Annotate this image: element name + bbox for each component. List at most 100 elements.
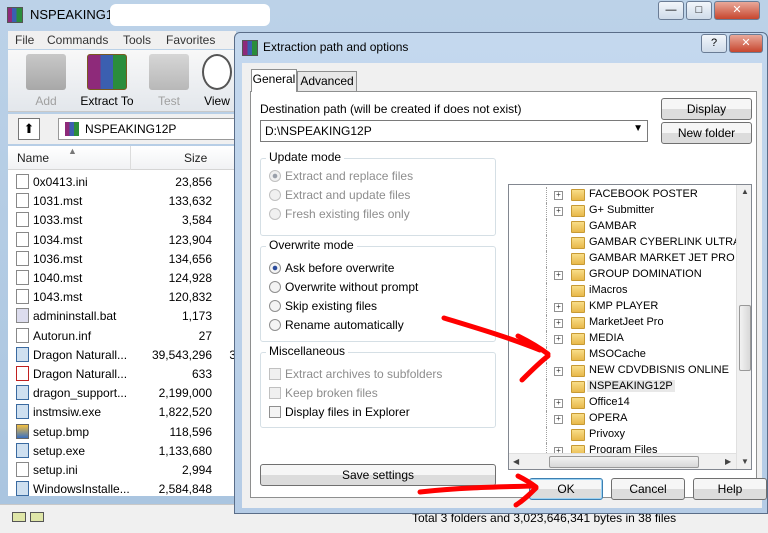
folder-tree[interactable]: + FACEBOOK POSTER + G+ Submitter GAMBAR GAMBA…	[508, 184, 752, 470]
folder-tree-item[interactable]: Privoxy	[509, 427, 737, 443]
expand-plus-icon[interactable]: +	[554, 207, 563, 216]
checkbox-keep-broken-files[interactable]: Keep broken files	[269, 386, 378, 400]
folder-tree-item[interactable]: + GROUP DOMINATION	[509, 267, 737, 283]
file-row[interactable]: 1031.mst 133,632	[8, 191, 236, 210]
expand-plus-icon[interactable]: +	[554, 335, 563, 344]
extract-to-button[interactable]: Extract To	[77, 54, 137, 110]
ok-button[interactable]: OK	[529, 478, 603, 500]
file-row[interactable]: admininstall.bat 1,173	[8, 306, 236, 325]
menu-favorites[interactable]: Favorites	[166, 33, 215, 47]
file-name: 0x0413.ini	[33, 175, 88, 189]
menu-tools[interactable]: Tools	[123, 33, 151, 47]
vertical-scroll-thumb[interactable]	[739, 305, 751, 371]
scroll-left-icon[interactable]: ◀	[513, 457, 519, 466]
dialog-close-button[interactable]: ✕	[729, 34, 763, 53]
folder-tree-item[interactable]: NSPEAKING12P	[509, 379, 737, 395]
folder-tree-item[interactable]: + OPERA	[509, 411, 737, 427]
file-row[interactable]: 1033.mst 3,584	[8, 210, 236, 229]
tree-vertical-scrollbar[interactable]: ▲ ▼	[736, 185, 751, 469]
view-button[interactable]: View	[198, 54, 236, 110]
address-field[interactable]: NSPEAKING12P	[58, 118, 236, 140]
expand-plus-icon[interactable]: +	[554, 319, 563, 328]
folder-icon	[571, 381, 585, 393]
folder-icon	[571, 237, 585, 249]
column-size[interactable]: Size	[184, 151, 207, 165]
folder-tree-item[interactable]: MSOCache	[509, 347, 737, 363]
file-size: 123,904	[168, 232, 212, 247]
up-one-level-button[interactable]: ⬆	[18, 118, 40, 140]
folder-tree-item[interactable]: GAMBAR MARKET JET PRO	[509, 251, 737, 267]
file-row[interactable]: setup.bmp 118,596	[8, 422, 236, 441]
radio-skip-existing[interactable]: Skip existing files	[269, 299, 377, 313]
radio-fresh-existing[interactable]: Fresh existing files only	[269, 207, 410, 221]
radio-extract-update[interactable]: Extract and update files	[269, 188, 410, 202]
display-button[interactable]: Display	[661, 98, 752, 120]
scroll-right-icon[interactable]: ▶	[725, 457, 731, 466]
new-folder-button[interactable]: New folder	[661, 122, 752, 144]
file-row[interactable]: setup.ini 2,994	[8, 460, 236, 479]
expand-plus-icon[interactable]: +	[554, 303, 563, 312]
menu-commands[interactable]: Commands	[47, 33, 108, 47]
radio-overwrite-without-prompt[interactable]: Overwrite without prompt	[269, 280, 418, 294]
minimize-button[interactable]: —	[658, 1, 684, 20]
help-button[interactable]: Help	[693, 478, 767, 500]
scroll-down-icon[interactable]: ▼	[741, 457, 749, 466]
dropdown-arrow-icon[interactable]: ▼	[633, 123, 643, 134]
folder-tree-item[interactable]: + Office14	[509, 395, 737, 411]
folder-tree-item[interactable]: GAMBAR CYBERLINK ULTRA 1	[509, 235, 749, 251]
file-row[interactable]: 0x0413.ini 23,856	[8, 172, 236, 191]
file-row[interactable]: Autorun.inf 27	[8, 326, 236, 345]
maximize-button[interactable]: □	[686, 1, 712, 20]
folder-tree-item[interactable]: + NEW CDVDBISNIS ONLINE	[509, 363, 737, 379]
main-title-bar[interactable]: NSPEAKING12P — □ ✕	[0, 0, 768, 30]
file-row[interactable]: dragon_support... 2,199,000	[8, 383, 236, 402]
file-row[interactable]: 1040.mst 124,928	[8, 268, 236, 287]
tree-line	[546, 219, 547, 235]
folder-tree-item[interactable]: + G+ Submitter	[509, 203, 737, 219]
folder-name: NSPEAKING12P	[587, 380, 675, 392]
folder-tree-item[interactable]: GAMBAR	[509, 219, 737, 235]
column-name[interactable]: Name	[17, 151, 49, 165]
expand-plus-icon[interactable]: +	[554, 271, 563, 280]
dialog-help-caption-button[interactable]: ?	[701, 34, 727, 53]
checkbox-display-in-explorer[interactable]: Display files in Explorer	[269, 405, 410, 419]
folder-tree-item[interactable]: + MEDIA	[509, 331, 737, 347]
expand-plus-icon[interactable]: +	[554, 367, 563, 376]
file-size: 633	[191, 367, 212, 381]
tab-advanced[interactable]: Advanced	[297, 71, 357, 92]
save-settings-button[interactable]: Save settings	[260, 464, 496, 486]
expand-plus-icon[interactable]: +	[554, 399, 563, 408]
test-button[interactable]: Test	[141, 54, 197, 110]
folder-icon	[571, 349, 585, 361]
add-button[interactable]: Add	[18, 54, 74, 110]
scroll-up-icon[interactable]: ▲	[741, 187, 749, 196]
file-row[interactable]: instmsiw.exe 1,822,520	[8, 402, 236, 421]
column-separator[interactable]	[130, 146, 131, 170]
file-row[interactable]: Dragon Naturall... 633	[8, 364, 236, 383]
radio-ask-before-overwrite[interactable]: Ask before overwrite	[269, 261, 394, 275]
file-row[interactable]: Dragon Naturall... 39,543,296 3	[8, 345, 236, 364]
file-row[interactable]: setup.exe 1,133,680	[8, 441, 236, 460]
file-row[interactable]: WindowsInstalle... 2,584,848	[8, 479, 236, 498]
folder-tree-item[interactable]: + KMP PLAYER	[509, 299, 737, 315]
expand-plus-icon[interactable]: +	[554, 191, 563, 200]
folder-tree-item[interactable]: iMacros	[509, 283, 737, 299]
folder-tree-item[interactable]: + MarketJeet Pro	[509, 315, 737, 331]
folder-tree-item[interactable]: + FACEBOOK POSTER	[509, 187, 737, 203]
tab-general[interactable]: General	[251, 69, 297, 92]
horizontal-scroll-thumb[interactable]	[549, 456, 699, 468]
radio-extract-replace[interactable]: Extract and replace files	[269, 169, 413, 183]
radio-rename-automatically[interactable]: Rename automatically	[269, 318, 404, 332]
file-row[interactable]: 1043.mst 120,832	[8, 287, 236, 306]
file-row[interactable]: 1036.mst 134,656	[8, 249, 236, 268]
file-row[interactable]: 1034.mst 123,904	[8, 230, 236, 249]
destination-path-combobox[interactable]: D:\NSPEAKING12P ▼	[260, 120, 648, 142]
file-list[interactable]: Name ▲ Size 0x0413.ini 23,856 1031.mst 133,…	[8, 146, 236, 498]
close-button[interactable]: ✕	[714, 1, 760, 20]
cancel-button[interactable]: Cancel	[611, 478, 685, 500]
menu-file[interactable]: File	[15, 33, 34, 47]
tree-horizontal-scrollbar[interactable]: ◀ ▶	[509, 453, 736, 469]
checkbox-extract-to-subfolders[interactable]: Extract archives to subfolders	[269, 367, 442, 381]
expand-plus-icon[interactable]: +	[554, 415, 563, 424]
folder-name: GAMBAR CYBERLINK ULTRA 1	[589, 236, 749, 248]
